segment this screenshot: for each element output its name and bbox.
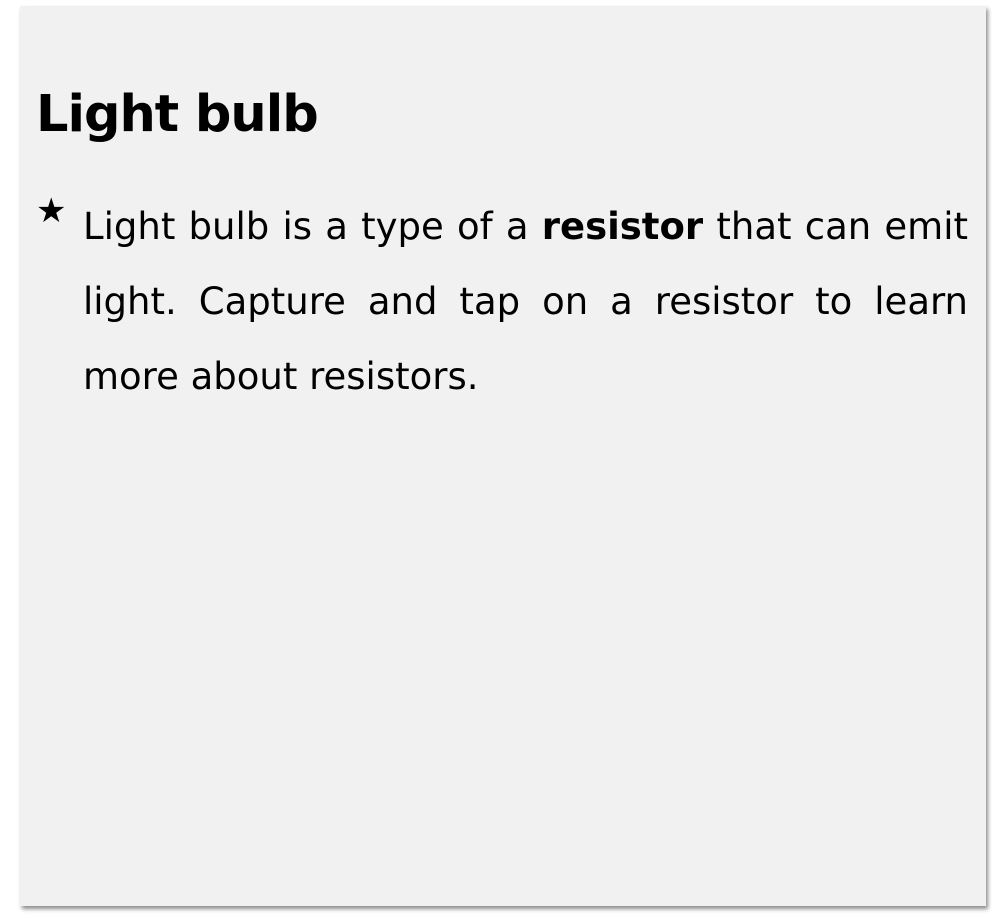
info-card: Light bulb ★ Light bulb is a type of a r…	[20, 6, 986, 906]
description-text: Light bulb is a type of a resistor that …	[83, 189, 968, 414]
keyword-resistor: resistor	[541, 205, 704, 248]
card-title: Light bulb	[36, 85, 319, 144]
description-text-start: Light bulb is a type of a	[83, 205, 542, 248]
star-icon: ★	[36, 191, 67, 231]
